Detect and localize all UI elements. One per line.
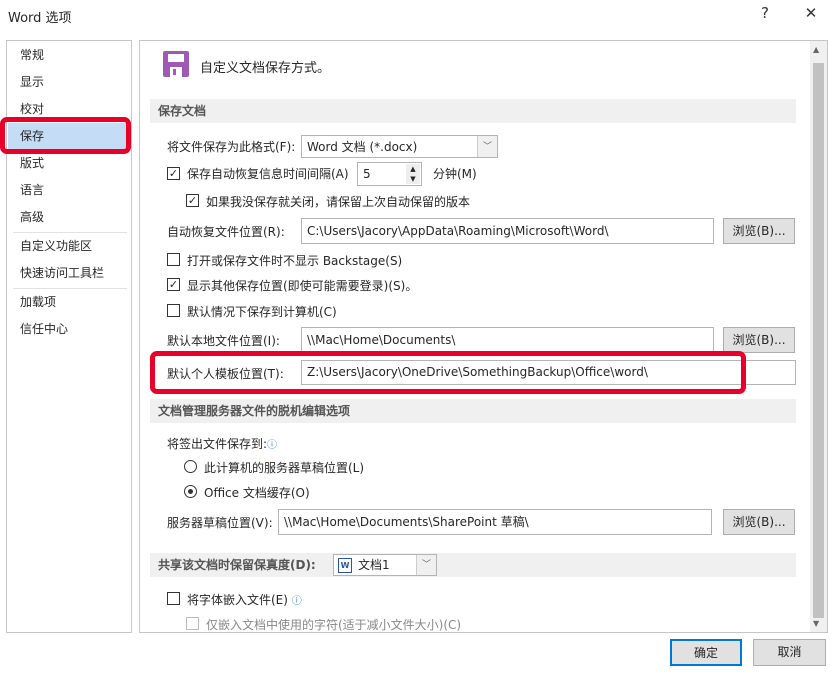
checkout-label-text: 将签出文件保存到: <box>167 437 268 451</box>
template-location-label: 默认个人模板位置(T): <box>167 367 284 381</box>
embed-fonts-label: 将字体嵌入文件(E) ⓘ <box>187 591 302 608</box>
options-content: 自定义文档保存方式。 保存文档 将文件保存为此格式(F): Word 文档 (*… <box>139 40 811 633</box>
window-title: Word 选项 <box>8 11 72 26</box>
scroll-up-icon[interactable]: ▲ <box>813 45 819 54</box>
nav-item-advanced[interactable]: 高级 <box>8 204 130 230</box>
no-backstage-label: 打开或保存文件时不显示 Backstage(S) <box>187 254 403 268</box>
autosave-minutes-spinner[interactable]: 5 ▲ ▼ <box>357 162 422 186</box>
section-share-fidelity: 共享该文档时保留保真度(D): <box>150 553 796 577</box>
chevron-down-icon: ﹀ <box>477 136 497 157</box>
minutes-label: 分钟(M) <box>433 167 477 181</box>
format-label: 将文件保存为此格式(F): <box>167 140 296 154</box>
show-other-checkbox[interactable]: ✓ <box>167 278 180 291</box>
nav-item-language[interactable]: 语言 <box>8 177 130 203</box>
browse-local-button[interactable]: 浏览(B)... <box>723 327 795 353</box>
nav-item-quick-access[interactable]: 快速访问工具栏 <box>8 260 130 286</box>
drafts-location-label: 服务器草稿位置(V): <box>167 516 273 530</box>
chevron-down-icon: ﹀ <box>416 555 436 575</box>
autosave-checkbox[interactable]: ✓ <box>167 167 180 180</box>
radio-server-drafts-label: 此计算机的服务器草稿位置(L) <box>204 461 365 475</box>
embed-used-chars-checkbox[interactable] <box>186 617 199 630</box>
embed-used-chars-label: 仅嵌入文档中使用的字符(适于减小文件大小)(C) <box>206 618 462 632</box>
nav-item-proofing[interactable]: 校对 <box>8 96 130 122</box>
drafts-location-input[interactable]: \\Mac\Home\Documents\SharePoint 草稿\ <box>278 509 712 535</box>
embed-fonts-checkbox[interactable] <box>167 592 180 605</box>
browse-drafts-button[interactable]: 浏览(B)... <box>723 509 795 535</box>
autorecover-label: 自动恢复文件位置(R): <box>167 225 285 239</box>
fidelity-document-select[interactable]: W 文档1 ﹀ <box>333 554 437 576</box>
info-icon: ⓘ <box>267 440 278 451</box>
template-location-input[interactable]: Z:\Users\Jacory\OneDrive\SomethingBackup… <box>301 360 796 385</box>
checkout-label: 将签出文件保存到:ⓘ <box>167 435 277 452</box>
radio-office-cache-label: Office 文档缓存(O) <box>204 486 310 500</box>
nav-item-trust-center[interactable]: 信任中心 <box>8 316 130 342</box>
browse-autorecover-button[interactable]: 浏览(B)... <box>723 218 795 244</box>
section-offline-editing: 文档管理服务器文件的脱机编辑选项 <box>150 399 796 423</box>
keep-last-label: 如果我没保存就关闭，请保留上次自动保留的版本 <box>206 195 471 209</box>
scroll-down-icon[interactable]: ▼ <box>813 619 819 628</box>
word-document-icon: W <box>338 558 352 573</box>
local-location-input[interactable]: \\Mac\Home\Documents\ <box>301 327 714 353</box>
spin-down-icon[interactable]: ▼ <box>406 174 420 184</box>
close-button[interactable]: ✕ <box>796 4 826 28</box>
header-text: 自定义文档保存方式。 <box>200 61 331 76</box>
keep-last-checkbox[interactable]: ✓ <box>186 194 199 207</box>
radio-server-drafts[interactable] <box>184 460 197 473</box>
autorecover-input[interactable]: C:\Users\Jacory\AppData\Roaming\Microsof… <box>301 218 714 244</box>
scrollbar-thumb[interactable] <box>813 63 824 618</box>
nav-item-general[interactable]: 常规 <box>8 42 130 68</box>
nav-item-customize-ribbon[interactable]: 自定义功能区 <box>8 233 130 259</box>
nav-item-layout[interactable]: 版式 <box>8 150 130 176</box>
vertical-scrollbar[interactable]: ▲ ▼ <box>810 40 828 633</box>
section-save-documents: 保存文档 <box>150 99 796 123</box>
help-button[interactable]: ? <box>750 4 780 28</box>
default-computer-label: 默认情况下保存到计算机(C) <box>187 305 337 319</box>
spin-up-icon[interactable]: ▲ <box>406 164 420 174</box>
nav-item-addins[interactable]: 加载项 <box>8 289 130 315</box>
autosave-label: 保存自动恢复信息时间间隔(A) <box>187 167 349 181</box>
save-floppy-icon <box>163 51 189 77</box>
embed-fonts-label-text: 将字体嵌入文件(E) <box>187 593 288 607</box>
info-icon: ⓘ <box>291 596 302 607</box>
cancel-button[interactable]: 取消 <box>753 639 826 666</box>
default-computer-checkbox[interactable] <box>167 304 180 317</box>
nav-item-save[interactable]: 保存 <box>8 123 130 149</box>
autosave-minutes-value: 5 <box>363 167 371 181</box>
ok-button[interactable]: 确定 <box>670 639 742 666</box>
nav-item-display[interactable]: 显示 <box>8 69 130 95</box>
options-nav: 常规 显示 校对 保存 版式 语言 高级 自定义功能区 快速访问工具栏 加载项 … <box>6 40 132 633</box>
fidelity-document-value: 文档1 <box>358 558 390 572</box>
local-location-label: 默认本地文件位置(I): <box>167 334 280 348</box>
format-select[interactable]: Word 文档 (*.docx) ﹀ <box>301 135 498 158</box>
no-backstage-checkbox[interactable] <box>167 253 180 266</box>
show-other-label: 显示其他保存位置(即使可能需要登录)(S)。 <box>187 279 418 293</box>
radio-office-cache[interactable] <box>184 485 197 498</box>
format-value: Word 文档 (*.docx) <box>307 140 418 154</box>
